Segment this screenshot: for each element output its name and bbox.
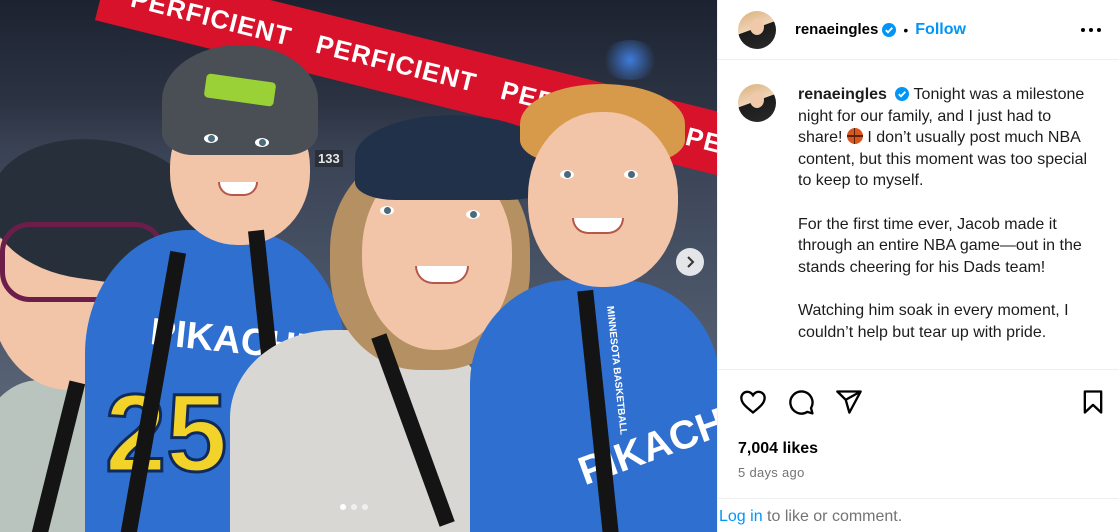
likes-count[interactable]: 7,004 likes bbox=[738, 440, 818, 458]
more-horizontal-icon bbox=[1081, 27, 1101, 32]
share-button[interactable] bbox=[834, 387, 864, 417]
follow-button[interactable]: Follow bbox=[915, 21, 966, 39]
boy-eye bbox=[255, 138, 269, 147]
caption-scroll-area[interactable]: renaeingles Tonight was a milestone nigh… bbox=[718, 62, 1119, 370]
send-arrow-icon bbox=[836, 390, 862, 414]
save-button[interactable] bbox=[1078, 387, 1108, 417]
basketball-emoji-icon bbox=[846, 128, 863, 145]
banner-text: PERFICIENT bbox=[682, 120, 717, 180]
seat-number: 133 bbox=[315, 150, 343, 167]
verified-badge-icon bbox=[882, 22, 897, 37]
mom-eye bbox=[380, 206, 394, 215]
post-timestamp[interactable]: 5 days ago bbox=[738, 465, 805, 480]
carousel-dot bbox=[362, 504, 368, 510]
boy-eye bbox=[204, 134, 218, 143]
post-side-panel: renaeingles • Follow renaeingles Tonight… bbox=[717, 0, 1119, 532]
login-prompt-text: to like or comment. bbox=[762, 508, 903, 525]
carousel-next-button[interactable] bbox=[676, 248, 704, 276]
more-options-button[interactable] bbox=[1079, 18, 1103, 42]
small-boy-smile bbox=[572, 218, 624, 234]
comment-bubble-icon bbox=[789, 390, 814, 415]
separator-dot: • bbox=[903, 21, 909, 38]
carousel-dot bbox=[351, 504, 357, 510]
caption-paragraph: Watching him soak in every moment, I cou… bbox=[798, 301, 1069, 341]
carousel-indicator bbox=[340, 504, 368, 510]
comment-button[interactable] bbox=[786, 387, 816, 417]
caption: renaeingles Tonight was a milestone nigh… bbox=[738, 84, 1099, 365]
small-boy-eye bbox=[624, 170, 638, 179]
caption-username[interactable]: renaeingles bbox=[798, 86, 887, 103]
jersey-number: 25 bbox=[103, 371, 228, 497]
verified-badge-icon bbox=[895, 87, 910, 101]
like-button[interactable] bbox=[738, 387, 768, 417]
username-link[interactable]: renaeingles bbox=[795, 21, 878, 38]
chevron-right-icon bbox=[687, 256, 695, 268]
arena-light bbox=[600, 40, 660, 80]
post-header: renaeingles • Follow bbox=[718, 0, 1119, 60]
heart-icon bbox=[740, 390, 766, 414]
caption-sentence: I don’t usually post much NBA content, b… bbox=[798, 129, 1088, 190]
small-boy-eye bbox=[560, 170, 574, 179]
caption-text: renaeingles Tonight was a milestone nigh… bbox=[798, 84, 1098, 365]
login-prompt: Log in to like or comment. bbox=[718, 498, 1119, 532]
action-bar bbox=[738, 387, 1104, 417]
post-photo[interactable]: PERFICIENT PERFICIENT PERFICIENT PERFICI… bbox=[0, 0, 717, 532]
carousel-dot bbox=[340, 504, 346, 510]
avatar[interactable] bbox=[738, 84, 776, 122]
avatar[interactable] bbox=[738, 10, 776, 49]
caption-paragraph: For the first time ever, Jacob made it t… bbox=[798, 215, 1082, 276]
login-link[interactable]: Log in bbox=[719, 508, 763, 525]
caption-paragraph: renaeingles Tonight was a milestone nigh… bbox=[798, 84, 1098, 192]
small-boy-face bbox=[528, 112, 678, 287]
mom-eye bbox=[466, 210, 480, 219]
bookmark-icon bbox=[1083, 390, 1103, 414]
